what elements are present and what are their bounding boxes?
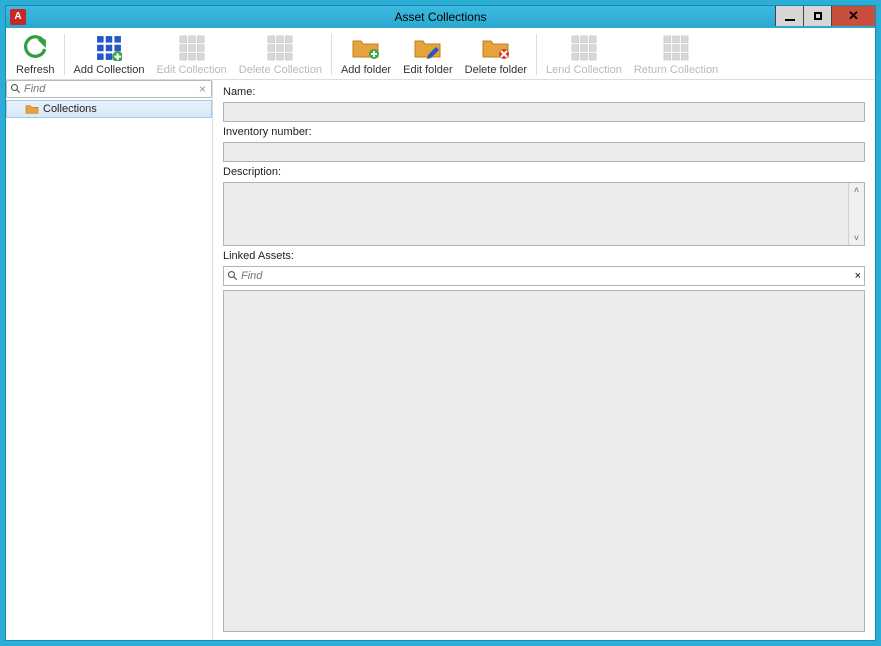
search-icon [10,83,22,95]
toolbar-separator [536,34,537,75]
window-controls: ✕ [775,6,875,26]
details-panel: Name: Inventory number: Description: ˄ ˅… [213,80,875,640]
search-icon [227,270,239,282]
linked-assets-search-input[interactable] [239,270,855,282]
add-collection-button[interactable]: Add Collection [68,30,151,79]
scroll-down-icon[interactable]: ˅ [854,231,859,245]
inventory-number-input[interactable] [223,142,865,162]
app-icon: A [10,9,26,25]
scroll-up-icon[interactable]: ˄ [854,183,859,197]
clear-search-icon[interactable]: × [197,82,208,96]
lend-collection-icon [570,34,598,62]
edit-folder-icon [414,34,442,62]
sidebar: × Collections [6,80,213,640]
return-collection-label: Return Collection [634,64,718,76]
refresh-label: Refresh [16,64,55,76]
edit-collection-button: Edit Collection [150,30,232,79]
add-folder-label: Add folder [341,64,391,76]
titlebar: A Asset Collections ✕ [6,6,875,28]
edit-folder-label: Edit folder [403,64,453,76]
return-collection-icon [662,34,690,62]
lend-collection-button: Lend Collection [540,30,628,79]
content-area: × Collections Name: Inventory number: De… [6,80,875,640]
description-label: Description: [223,166,865,178]
close-icon: ✕ [848,8,859,24]
name-input[interactable] [223,102,865,122]
inventory-number-label: Inventory number: [223,126,865,138]
delete-folder-button[interactable]: Delete folder [459,30,533,79]
minimize-button[interactable] [775,6,803,26]
add-collection-label: Add Collection [74,64,145,76]
linked-assets-search[interactable]: × [223,266,865,286]
description-input[interactable]: ˄ ˅ [223,182,865,246]
clear-search-icon[interactable]: × [855,270,861,282]
delete-collection-button: Delete Collection [233,30,328,79]
maximize-icon [814,12,822,20]
sidebar-search[interactable]: × [6,80,212,98]
delete-collection-label: Delete Collection [239,64,322,76]
refresh-icon [21,34,49,62]
lend-collection-label: Lend Collection [546,64,622,76]
folder-icon [25,103,39,115]
linked-assets-label: Linked Assets: [223,250,865,262]
delete-collection-icon [266,34,294,62]
window-title: Asset Collections [6,10,875,24]
delete-folder-label: Delete folder [465,64,527,76]
edit-collection-label: Edit Collection [156,64,226,76]
tree-root-collections[interactable]: Collections [6,100,212,118]
collections-tree[interactable]: Collections [6,98,212,640]
add-folder-icon [352,34,380,62]
delete-folder-icon [482,34,510,62]
return-collection-button: Return Collection [628,30,724,79]
window-frame: A Asset Collections ✕ Refresh [5,5,876,641]
name-label: Name: [223,86,865,98]
close-button[interactable]: ✕ [831,6,875,26]
minimize-icon [785,19,795,21]
edit-collection-icon [178,34,206,62]
add-folder-button[interactable]: Add folder [335,30,397,79]
toolbar-separator [64,34,65,75]
maximize-button[interactable] [803,6,831,26]
linked-assets-list[interactable] [223,290,865,632]
toolbar-separator [331,34,332,75]
refresh-button[interactable]: Refresh [10,30,61,79]
add-collection-icon [95,34,123,62]
description-scrollbar[interactable]: ˄ ˅ [848,183,864,245]
toolbar: Refresh Add Collection [6,28,875,80]
tree-root-label: Collections [43,103,97,115]
sidebar-search-input[interactable] [22,83,197,95]
edit-folder-button[interactable]: Edit folder [397,30,459,79]
